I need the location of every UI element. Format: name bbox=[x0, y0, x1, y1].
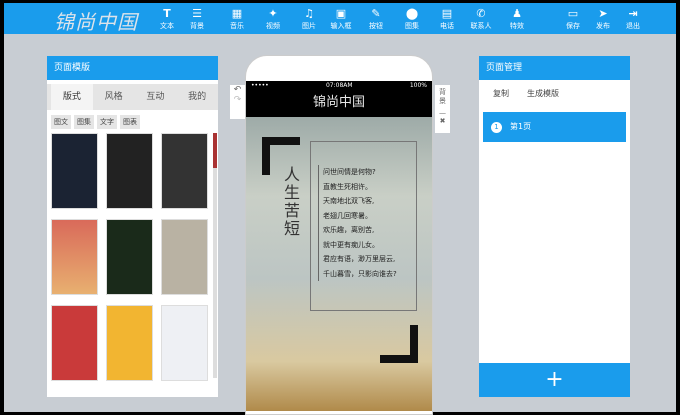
tool-button[interactable]: ✦ 视频 bbox=[258, 7, 288, 31]
template-thumb[interactable] bbox=[51, 305, 98, 381]
poem-line: 问世间情是何物? bbox=[323, 168, 376, 176]
tool-icon: ✆ bbox=[476, 7, 486, 20]
template-thumb[interactable] bbox=[106, 133, 153, 209]
background-controls: 背景 — ✖ bbox=[435, 85, 450, 133]
redo-icon[interactable]: ↷ bbox=[230, 95, 245, 105]
tool-button[interactable]: ♟ 特效 bbox=[502, 7, 532, 31]
tool-button[interactable]: ▣ 输入框 bbox=[326, 7, 356, 31]
action-icon: ⇥ bbox=[628, 7, 638, 20]
tab-mine[interactable]: 我的 bbox=[176, 84, 218, 110]
action-icon: ➤ bbox=[598, 7, 608, 20]
tool-button[interactable]: ⬤ 图集 bbox=[397, 7, 427, 31]
phone-preview: ••••• 07:08AM 100% 锦尚中国 人生苦短 问世间情是何物? 直教生… bbox=[245, 55, 433, 415]
action-label: 退出 bbox=[626, 22, 640, 30]
template-thumb[interactable] bbox=[106, 305, 153, 381]
template-thumb[interactable] bbox=[161, 133, 208, 209]
tool-label: 特效 bbox=[510, 22, 524, 30]
action-button[interactable]: ⇥ 退出 bbox=[618, 7, 648, 31]
page-label: 第1页 bbox=[510, 122, 532, 131]
chip-gallery[interactable]: 图集 bbox=[74, 115, 94, 129]
panel-title: 页面管理 bbox=[479, 56, 630, 80]
tool-button[interactable]: T 文本 bbox=[152, 7, 182, 31]
chip-image-text[interactable]: 图文 bbox=[51, 115, 71, 129]
tool-label: 输入框 bbox=[330, 22, 352, 30]
tool-label: 按钮 bbox=[369, 22, 383, 30]
tool-icon: ✦ bbox=[268, 7, 278, 20]
tool-icon: T bbox=[163, 7, 171, 20]
tool-icon: ♫ bbox=[304, 7, 314, 20]
page-item[interactable]: 1 第1页 bbox=[483, 112, 626, 142]
tool-button[interactable]: ♫ 图片 bbox=[294, 7, 324, 31]
tool-label: 图集 bbox=[405, 22, 419, 30]
tool-label: 图片 bbox=[302, 22, 316, 30]
copy-button[interactable]: 复制 bbox=[493, 88, 509, 98]
template-thumb[interactable] bbox=[51, 219, 98, 295]
poem-line: 君应有语，渺万里层云, bbox=[323, 255, 396, 263]
panel-title: 页面模版 bbox=[47, 56, 218, 80]
poem-line: 千山暮雪，只影向谁去? bbox=[323, 269, 397, 278]
tab-layout[interactable]: 版式 bbox=[51, 84, 93, 110]
battery: 100% bbox=[409, 82, 427, 89]
close-icon[interactable]: ✖ bbox=[435, 117, 450, 125]
tool-icon: ♟ bbox=[512, 7, 522, 20]
undo-icon[interactable]: ↶ bbox=[230, 85, 245, 95]
scrollbar[interactable] bbox=[213, 133, 217, 378]
action-button[interactable]: ➤ 发布 bbox=[588, 7, 618, 31]
template-thumb[interactable] bbox=[106, 219, 153, 295]
top-toolbar: 锦尚中国 T 文本 ☰ 背景 ▦ 音乐 ✦ 视频 ♫ 图片 ▣ 输入框 ✎ 按钮 ⬤ 图集 ▤ 电话 ✆ 联系人 ♟ 特效… bbox=[4, 3, 676, 34]
action-label: 保存 bbox=[566, 22, 580, 30]
status-bar: ••••• 07:08AM 100% bbox=[246, 81, 432, 91]
tool-icon: ⬤ bbox=[405, 7, 419, 20]
tool-button[interactable]: ✆ 联系人 bbox=[466, 7, 496, 31]
tool-label: 联系人 bbox=[470, 22, 492, 30]
phone-screen[interactable]: ••••• 07:08AM 100% 锦尚中国 人生苦短 问世间情是何物? 直教生… bbox=[246, 81, 432, 411]
tool-icon: ▤ bbox=[441, 7, 453, 20]
template-thumb[interactable] bbox=[161, 219, 208, 295]
tool-button[interactable]: ✎ 按钮 bbox=[361, 7, 391, 31]
signal: ••••• bbox=[251, 82, 269, 89]
generate-template-button[interactable]: 生成模版 bbox=[527, 88, 559, 98]
tool-label: 视频 bbox=[266, 22, 280, 30]
chip-chart[interactable]: 图表 bbox=[120, 115, 140, 129]
poem-text[interactable]: 问世间情是何物? 直教生死相许。 天南地北双飞客, 老翅几回寒暑。 欢乐趣，离别苦, 就中… bbox=[318, 165, 397, 281]
tool-icon: ▦ bbox=[231, 7, 243, 20]
status-time: 07:08AM bbox=[325, 82, 353, 89]
action-button[interactable]: ▭ 保存 bbox=[558, 7, 588, 31]
tool-label: 文本 bbox=[160, 22, 174, 30]
app-frame: 锦尚中国 T 文本 ☰ 背景 ▦ 音乐 ✦ 视频 ♫ 图片 ▣ 输入框 ✎ 按钮 ⬤ 图集 ▤ 电话 ✆ 联系人 ♟ 特效… bbox=[4, 3, 676, 415]
app-title: 锦尚中国 bbox=[246, 91, 432, 117]
history-controls: ↶ ↷ bbox=[230, 85, 245, 119]
poem-line: 就中更有痴儿女。 bbox=[323, 240, 379, 249]
corner-decoration bbox=[380, 325, 418, 363]
tool-icon: ▣ bbox=[335, 7, 347, 20]
page-manager-panel: 页面管理 复制 生成模版 1 第1页 + bbox=[479, 56, 630, 397]
tool-label: 背景 bbox=[190, 22, 204, 30]
poem-line: 老翅几回寒暑。 bbox=[323, 211, 372, 220]
poem-heading[interactable]: 人生苦短 bbox=[284, 166, 300, 238]
template-thumb[interactable] bbox=[51, 133, 98, 209]
background-label[interactable]: 背景 bbox=[439, 88, 447, 106]
tool-button[interactable]: ▤ 电话 bbox=[432, 7, 462, 31]
tool-icon: ☰ bbox=[192, 7, 202, 20]
page-number: 1 bbox=[491, 122, 502, 133]
action-label: 发布 bbox=[596, 22, 610, 30]
tab-style[interactable]: 风格 bbox=[93, 84, 135, 110]
tab-interactive[interactable]: 互动 bbox=[135, 84, 177, 110]
template-thumb[interactable] bbox=[161, 305, 208, 381]
action-icon: ▭ bbox=[567, 7, 579, 20]
minus-icon[interactable]: — bbox=[435, 109, 450, 117]
template-panel: 页面模版 版式 风格 互动 我的 图文 图集 文字 图表 bbox=[47, 56, 218, 397]
add-page-button[interactable]: + bbox=[479, 363, 630, 397]
poem-line: 欢乐趣，离别苦, bbox=[323, 226, 375, 234]
logo: 锦尚中国 bbox=[54, 10, 138, 34]
poem-line: 天南地北双飞客, bbox=[323, 197, 375, 205]
tool-icon: ✎ bbox=[371, 7, 381, 20]
tool-label: 音乐 bbox=[230, 22, 244, 30]
tool-button[interactable]: ▦ 音乐 bbox=[222, 7, 252, 31]
tool-button[interactable]: ☰ 背景 bbox=[182, 7, 212, 31]
poem-line: 直教生死相许。 bbox=[323, 182, 372, 191]
tool-label: 电话 bbox=[440, 22, 454, 30]
chip-text[interactable]: 文字 bbox=[97, 115, 117, 129]
